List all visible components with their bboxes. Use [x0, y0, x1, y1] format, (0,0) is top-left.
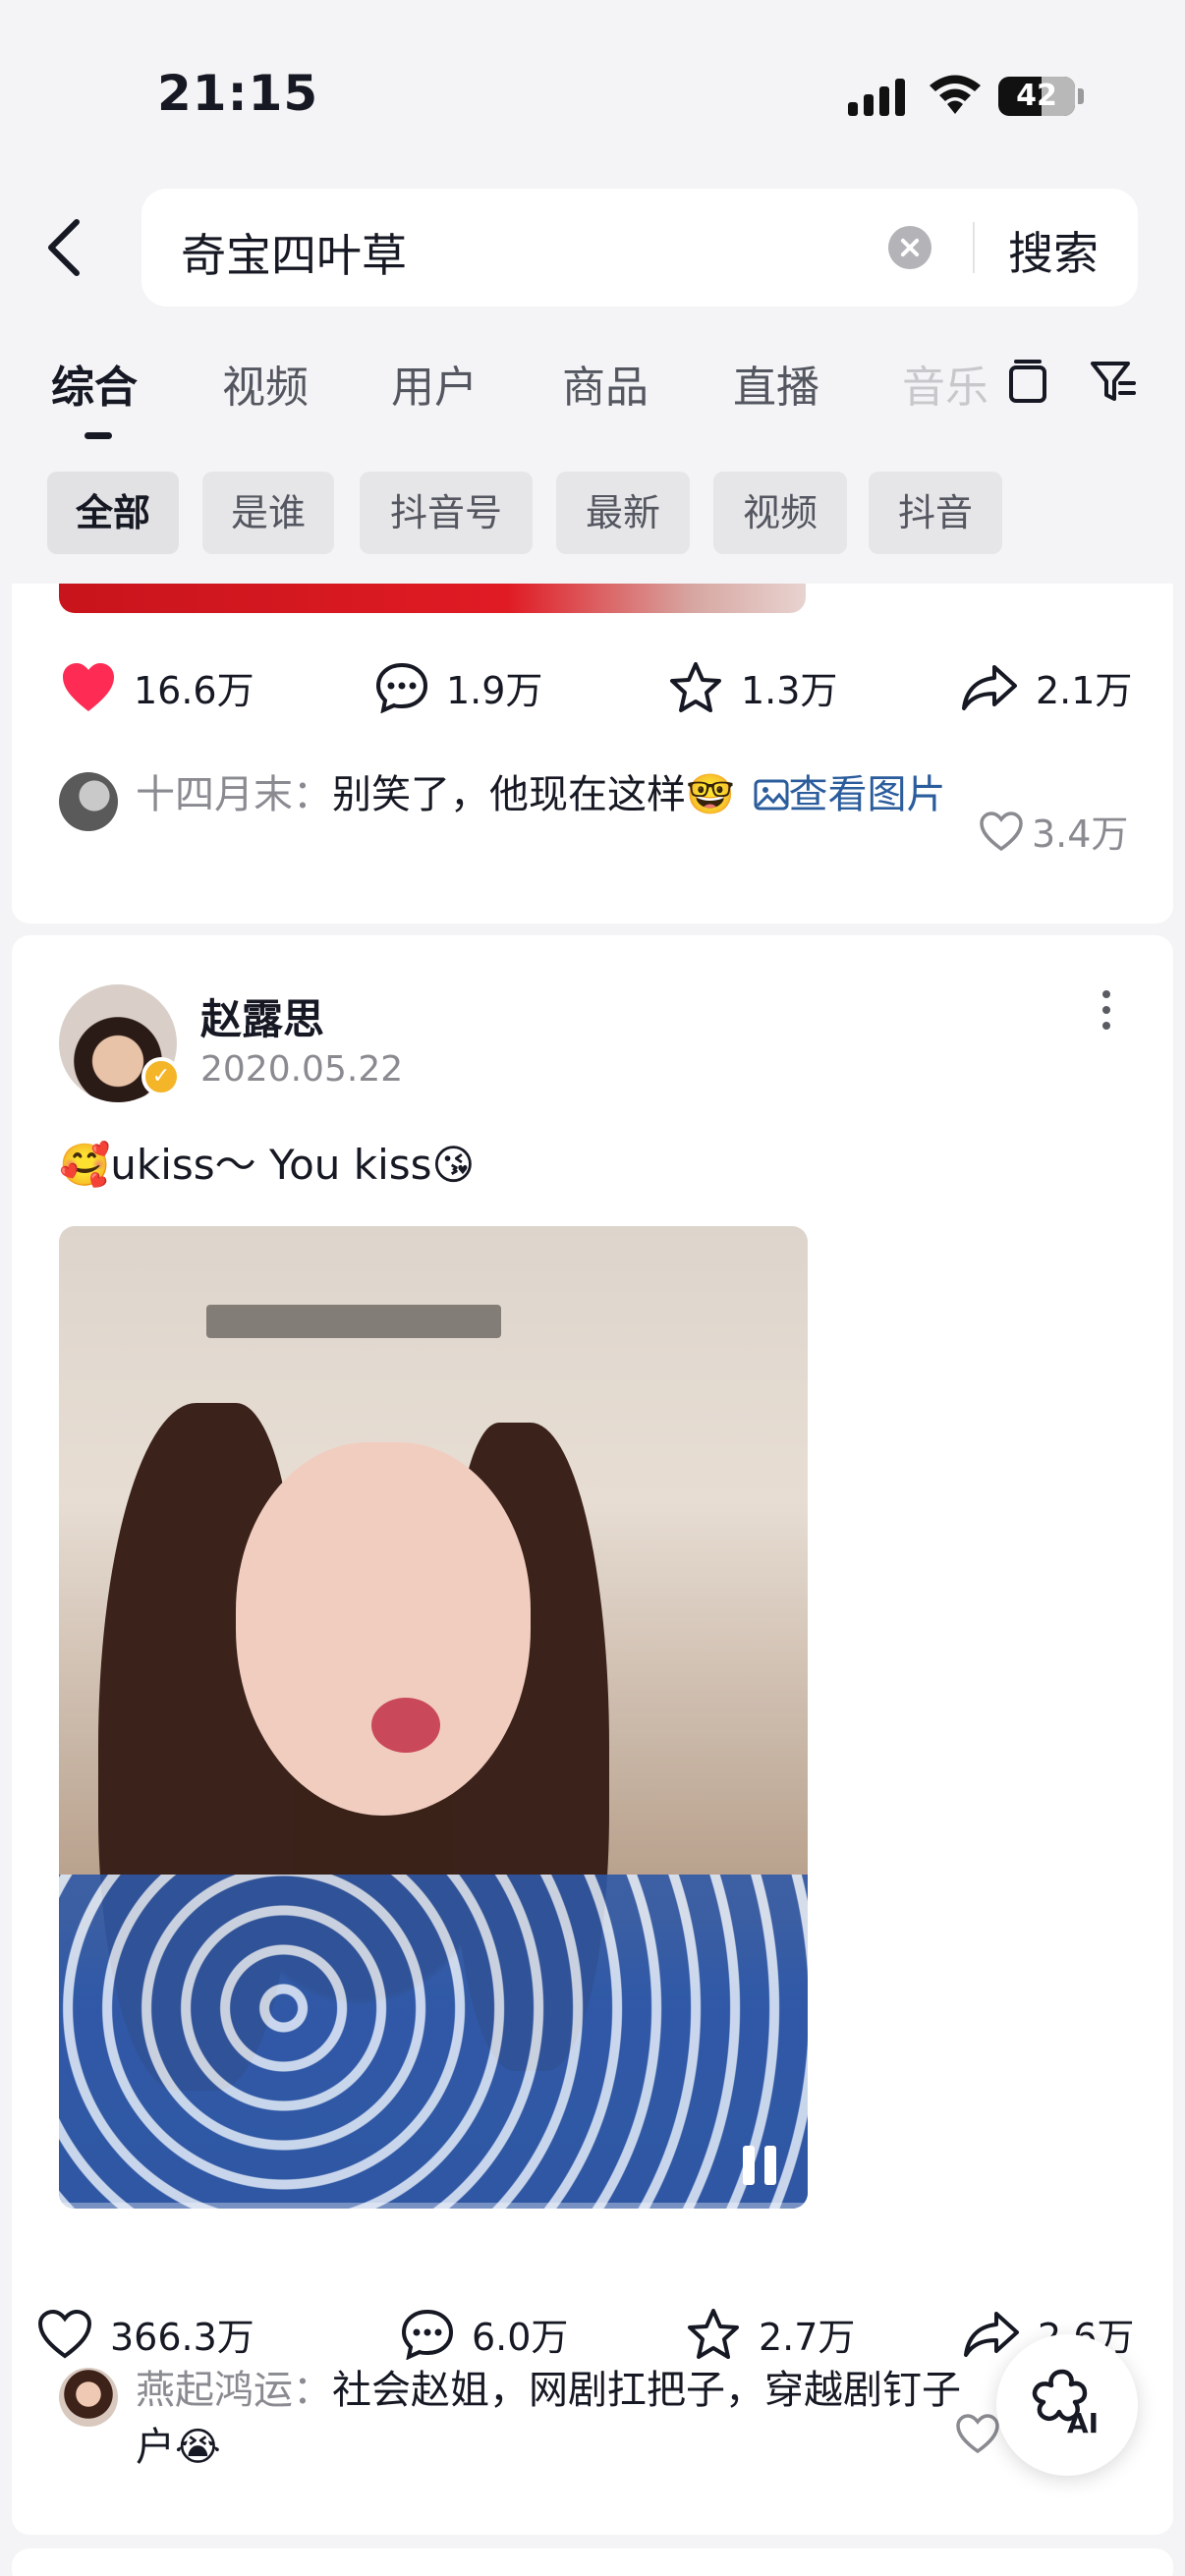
status-bar: 21:15 42	[0, 0, 1185, 187]
post-date: 2020.05.22	[200, 1049, 404, 1090]
filter-chip-video[interactable]: 视频	[713, 472, 847, 554]
comment-icon	[375, 662, 428, 713]
status-time: 21:15	[157, 65, 319, 122]
ai-assistant-button[interactable]: AI	[996, 2334, 1138, 2476]
layout-toggle-icon[interactable]	[1008, 358, 1047, 405]
comment-body: 别笑了，他现在这样🤓	[332, 772, 735, 817]
post-card: 16.6万 1.9万 1.3万 2.1万 十四月末：别笑了，他现在这样🤓 查看图…	[12, 584, 1173, 924]
video-scene-ac-vent	[206, 1305, 501, 1338]
favorite-button[interactable]: 2.7万	[686, 2307, 855, 2361]
search-divider	[973, 222, 975, 273]
more-options-icon[interactable]	[1100, 990, 1112, 1037]
commenter-avatar[interactable]	[59, 772, 118, 831]
search-input[interactable]: 奇宝四叶草	[181, 220, 407, 285]
post-card: ✓ 赵露思 2020.05.22 🥰ukiss～ You kiss😘 366.3…	[12, 935, 1173, 2535]
filter-chip-douyin[interactable]: 抖音	[869, 472, 1002, 554]
comment-button[interactable]: 6.0万	[401, 2307, 568, 2361]
cellular-signal-icon	[848, 77, 905, 116]
like-button[interactable]: 366.3万	[37, 2307, 254, 2361]
tab-music[interactable]: 音乐	[902, 352, 987, 415]
comment-count: 6.0万	[472, 2316, 569, 2359]
battery-level: 42	[1016, 79, 1057, 113]
clear-search-icon[interactable]	[888, 226, 931, 269]
back-arrow-icon[interactable]	[43, 218, 86, 277]
comment-like-button[interactable]	[955, 2413, 1000, 2454]
search-box[interactable]: 奇宝四叶草 搜索	[141, 189, 1138, 307]
favorite-count: 2.7万	[759, 2316, 856, 2359]
video-player[interactable]	[59, 1226, 808, 2209]
video-scene-face	[236, 1442, 531, 1816]
heart-outline-icon	[980, 811, 1023, 851]
ai-label: AI	[1067, 2407, 1100, 2439]
star-icon	[688, 2308, 739, 2359]
battery-icon: 42	[998, 77, 1075, 116]
tab-video[interactable]: 视频	[222, 352, 309, 415]
comment-like-count: 3.4万	[1032, 812, 1129, 856]
like-button[interactable]: 16.6万	[61, 660, 254, 714]
post-image[interactable]	[59, 584, 806, 613]
filter-icon[interactable]	[1089, 358, 1138, 405]
tab-products[interactable]: 商品	[562, 352, 649, 415]
favorite-button[interactable]: 1.3万	[668, 660, 837, 714]
share-icon	[964, 2311, 1019, 2357]
video-progress-bar[interactable]	[59, 2203, 808, 2209]
share-button[interactable]: 2.1万	[961, 660, 1132, 714]
video-scene-mouth	[371, 1698, 440, 1753]
wifi-icon	[930, 75, 981, 114]
top-comment[interactable]: 十四月末：别笑了，他现在这样🤓 查看图片	[136, 766, 961, 823]
filter-chip-who[interactable]: 是谁	[202, 472, 334, 554]
like-count: 16.6万	[134, 669, 254, 712]
share-icon	[962, 664, 1017, 710]
active-tab-indicator	[85, 432, 112, 439]
comment-icon	[401, 2309, 454, 2360]
commenter-avatar[interactable]	[59, 2368, 118, 2427]
heart-filled-icon	[63, 662, 114, 711]
favorite-count: 1.3万	[741, 669, 838, 712]
image-icon	[754, 779, 789, 811]
author-name[interactable]: 赵露思	[200, 986, 324, 1046]
next-post-card	[12, 2548, 1173, 2576]
view-image-link[interactable]: 查看图片	[789, 772, 946, 817]
search-button[interactable]: 搜索	[1008, 218, 1099, 283]
tab-general[interactable]: 综合	[51, 352, 138, 415]
verified-badge-icon: ✓	[141, 1057, 181, 1096]
comment-username[interactable]: 燕起鸿运：	[136, 2368, 332, 2413]
comment-username[interactable]: 十四月末：	[136, 772, 332, 817]
comment-like-button[interactable]: 3.4万	[979, 804, 1128, 858]
filter-chip-all[interactable]: 全部	[47, 472, 179, 554]
star-icon	[670, 661, 721, 712]
tab-live[interactable]: 直播	[733, 352, 819, 415]
heart-outline-icon	[956, 2414, 999, 2454]
battery-cap	[1078, 88, 1084, 104]
comment-button[interactable]: 1.9万	[375, 660, 542, 714]
top-comment[interactable]: 燕起鸿运：社会赵姐，网剧扛把子，穿越剧钉子户😭	[136, 2362, 961, 2476]
post-caption: 🥰ukiss～ You kiss😘	[59, 1141, 476, 1189]
like-count: 366.3万	[110, 2316, 254, 2359]
filter-chip-latest[interactable]: 最新	[556, 472, 690, 554]
tab-users[interactable]: 用户	[391, 352, 478, 415]
share-count: 2.1万	[1036, 669, 1133, 712]
filter-chip-douyin-id[interactable]: 抖音号	[360, 472, 533, 554]
pause-icon[interactable]	[743, 2146, 776, 2185]
video-scene-dress	[59, 1875, 808, 2209]
heart-outline-icon	[37, 2309, 92, 2358]
comment-count: 1.9万	[446, 669, 543, 712]
